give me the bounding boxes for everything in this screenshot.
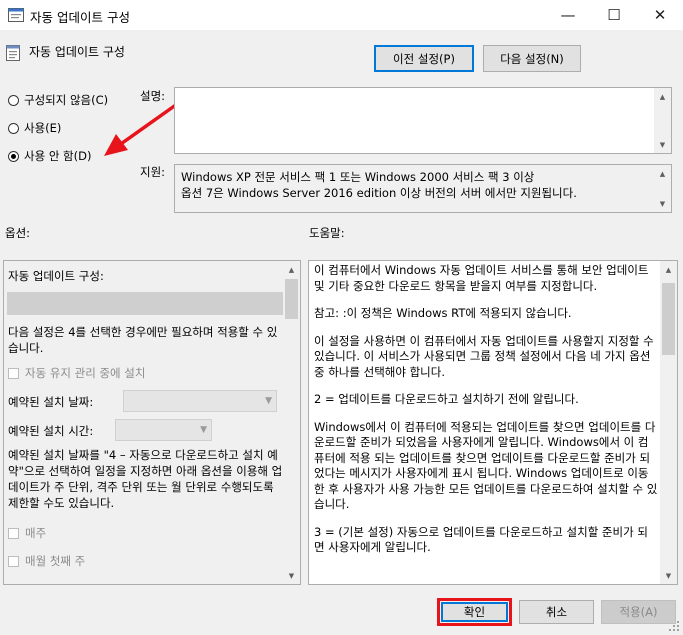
scroll-up-icon[interactable]: ▲	[283, 261, 300, 278]
help-text: 이 컴퓨터에서 Windows 자동 업데이트 서비스를 통해 보안 업데이트 …	[314, 263, 658, 568]
radio-not-configured[interactable]: 구성되지 않음(C)	[8, 92, 108, 108]
minimize-button[interactable]: —	[545, 0, 591, 30]
window-title: 자동 업데이트 구성	[30, 10, 130, 25]
radio-label: 사용(E)	[24, 121, 62, 135]
every-week-checkbox[interactable]: 매주	[8, 525, 46, 541]
resize-grip-icon[interactable]	[668, 620, 680, 632]
radio-circle[interactable]	[8, 94, 19, 106]
options-scrollbar[interactable]: ▲ ▼	[283, 261, 300, 584]
next-setting-button[interactable]: 다음 설정(N)	[483, 45, 581, 72]
comment-scrollbar[interactable]: ▲ ▼	[654, 88, 671, 153]
options-description: 예약된 설치 날짜를 "4 – 자동으로 다운로드하고 설치 예약"으로 선택하…	[8, 448, 283, 510]
radio-circle-checked[interactable]	[8, 150, 19, 162]
help-paragraph: 이 컴퓨터에서 Windows 자동 업데이트 서비스를 통해 보안 업데이트 …	[314, 263, 649, 293]
radio-label: 사용 안 함(D)	[24, 149, 92, 163]
setting-icon	[6, 45, 20, 61]
supported-line: 옵션 7은 Windows Server 2016 edition 이상 버전의…	[181, 186, 577, 200]
setting-title: 자동 업데이트 구성	[29, 45, 125, 59]
radio-enabled[interactable]: 사용(E)	[8, 120, 61, 136]
options-note: 다음 설정은 4를 선택한 경우에만 필요하며 적용할 수 있습니다.	[8, 325, 278, 355]
checkbox-box[interactable]	[8, 528, 19, 539]
scroll-down-icon[interactable]: ▼	[654, 195, 671, 212]
radio-disabled[interactable]: 사용 안 함(D)	[8, 148, 91, 164]
supported-line: Windows XP 전문 서비스 팩 1 또는 Windows 2000 서비…	[181, 170, 535, 184]
comment-label: 설명:	[140, 89, 166, 103]
radio-circle[interactable]	[8, 122, 19, 134]
scroll-thumb[interactable]	[662, 283, 675, 355]
supported-label: 지원:	[140, 165, 166, 179]
policy-editor-icon	[8, 8, 24, 22]
help-pane[interactable]: 이 컴퓨터에서 Windows 자동 업데이트 서비스를 통해 보안 업데이트 …	[308, 260, 678, 585]
supported-box: Windows XP 전문 서비스 팩 1 또는 Windows 2000 서비…	[174, 164, 672, 213]
scheduled-day-dropdown[interactable]: ▼	[123, 390, 277, 412]
scroll-up-icon[interactable]: ▲	[654, 165, 671, 182]
help-label: 도움말:	[309, 226, 345, 240]
checkbox-box[interactable]	[8, 368, 19, 379]
apply-button[interactable]: 적용(A)	[601, 600, 676, 624]
chevron-down-icon: ▼	[200, 425, 207, 435]
radio-label: 구성되지 않음(C)	[24, 93, 109, 107]
help-scrollbar[interactable]: ▲ ▼	[660, 261, 677, 584]
scheduled-time-label: 예약된 설치 시간:	[8, 424, 94, 438]
help-paragraph: 참고: :이 정책은 Windows RT에 적용되지 않습니다.	[314, 306, 572, 320]
configure-label: 자동 업데이트 구성:	[8, 269, 104, 283]
scroll-down-icon[interactable]: ▼	[654, 136, 671, 153]
comment-textarea[interactable]: ▲ ▼	[174, 87, 672, 154]
first-week-checkbox[interactable]: 매월 첫째 주	[8, 553, 85, 569]
previous-setting-button[interactable]: 이전 설정(P)	[374, 45, 474, 72]
ok-highlight: 확인	[437, 598, 512, 626]
scroll-down-icon[interactable]: ▼	[660, 567, 677, 584]
supported-scrollbar[interactable]: ▲ ▼	[654, 165, 671, 212]
ok-button[interactable]: 확인	[441, 602, 508, 622]
cancel-button[interactable]: 취소	[519, 600, 594, 624]
maximize-button[interactable]: ☐	[591, 0, 637, 30]
scroll-thumb[interactable]	[285, 279, 298, 319]
configure-dropdown[interactable]	[7, 292, 283, 315]
help-paragraph: 2 = 업데이트를 다운로드하고 설치하기 전에 알립니다.	[314, 392, 579, 406]
help-paragraph: 이 설정을 사용하면 이 컴퓨터에서 자동 업데이트를 사용할지 지정할 수 있…	[314, 333, 654, 379]
options-pane[interactable]: 자동 업데이트 구성: 다음 설정은 4를 선택한 경우에만 필요하며 적용할 …	[3, 260, 301, 585]
options-label: 옵션:	[5, 226, 31, 240]
chevron-down-icon: ▼	[265, 396, 272, 406]
checkbox-label: 자동 유지 관리 중에 설치	[25, 366, 146, 380]
close-button[interactable]: ✕	[637, 0, 683, 30]
help-paragraph: Windows에서 이 컴퓨터에 적용되는 업데이트를 찾으면 업데이트를 다운…	[314, 419, 658, 512]
checkbox-box[interactable]	[8, 556, 19, 567]
scroll-up-icon[interactable]: ▲	[654, 88, 671, 105]
scroll-up-icon[interactable]: ▲	[660, 261, 677, 278]
maintenance-checkbox[interactable]: 자동 유지 관리 중에 설치	[8, 365, 145, 381]
scheduled-day-label: 예약된 설치 날짜:	[8, 395, 94, 409]
checkbox-label: 매주	[25, 526, 47, 540]
scheduled-time-dropdown[interactable]: ▼	[115, 419, 212, 441]
scroll-down-icon[interactable]: ▼	[283, 567, 300, 584]
title-bar[interactable]: 자동 업데이트 구성 — ☐ ✕	[0, 0, 683, 30]
checkbox-label: 매월 첫째 주	[25, 554, 86, 568]
help-paragraph: 3 = (기본 설정) 자동으로 업데이트를 다운로드하고 설치할 준비가 되면…	[314, 524, 648, 555]
